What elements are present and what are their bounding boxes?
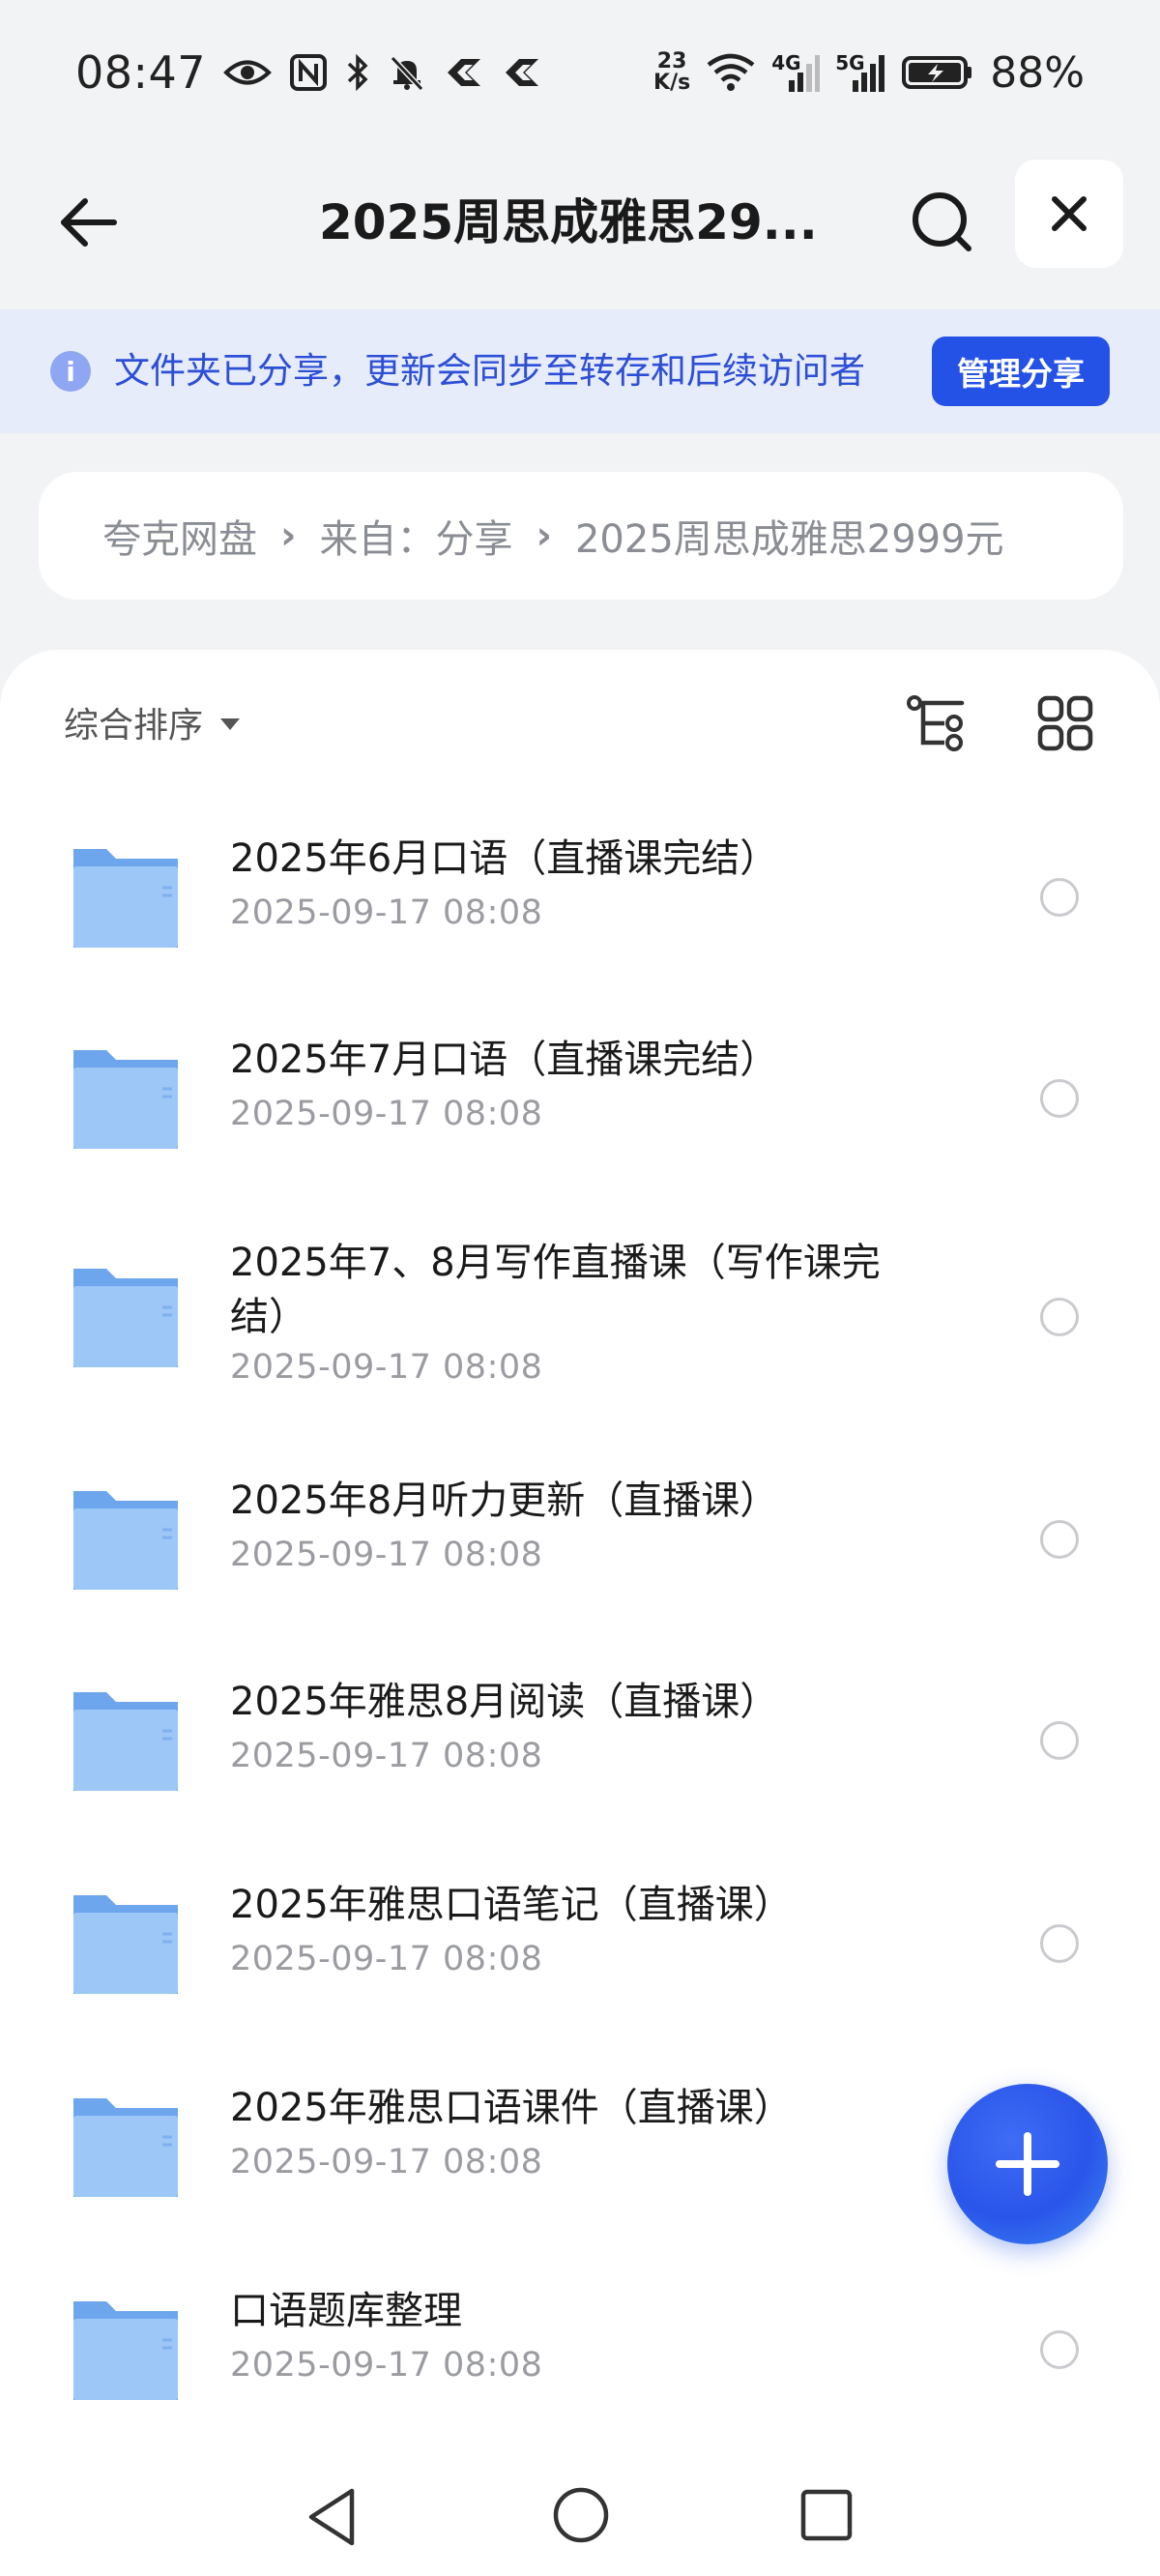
plus-icon [996, 2132, 1059, 2196]
file-name: 2025年7、8月写作直播课（写作课完结） [230, 1241, 881, 1339]
nfc-icon [289, 53, 328, 92]
close-icon [1052, 196, 1087, 231]
info-icon: i [50, 351, 91, 392]
tree-view-button[interactable] [903, 688, 972, 758]
battery-percent: 88% [990, 47, 1085, 98]
close-button[interactable] [1015, 160, 1123, 268]
file-name: 2025年8月听力更新（直播课） [230, 1478, 779, 1523]
select-radio[interactable] [1040, 1721, 1079, 1760]
file-date: 2025-09-17 08:08 [230, 1095, 543, 1133]
network-speed-value: 23 [656, 49, 687, 73]
list-item[interactable]: 2025年8月听力更新（直播课） 2025-09-17 08:08 [0, 1429, 1160, 1632]
arrow-left-icon [61, 198, 117, 247]
eye-icon [223, 56, 272, 89]
grid-icon [1037, 695, 1093, 751]
file-panel: 综合排序 2025年6月口语（直播课完结） 2025-09-17 08:08 2… [0, 650, 1160, 2576]
list-item[interactable]: 2025年雅思8月阅读（直播课） 2025-09-17 08:08 [0, 1632, 1160, 1835]
bluetooth-icon [345, 53, 370, 92]
tree-structure-icon [907, 695, 965, 751]
search-button[interactable] [899, 179, 986, 266]
select-radio[interactable] [1040, 1079, 1079, 1118]
file-name: 2025年雅思口语课件（直播课） [230, 2086, 793, 2130]
folder-icon [73, 1491, 178, 1590]
app-notification-icon [502, 55, 542, 90]
select-radio[interactable] [1040, 2330, 1079, 2369]
file-date: 2025-09-17 08:08 [230, 1737, 543, 1775]
file-name: 2025年6月口语（直播课完结） [230, 836, 779, 881]
app-notification-icon [444, 55, 484, 90]
nav-back-icon[interactable] [302, 2485, 365, 2549]
list-toolbar: 综合排序 [0, 650, 1160, 795]
file-name: 2025年7月口语（直播课完结） [230, 1038, 779, 1082]
file-name: 口语题库整理 [230, 2289, 462, 2333]
grid-view-button[interactable] [1030, 688, 1100, 758]
page-title: 2025周思成雅思29... [319, 194, 818, 250]
breadcrumb-item-current: 2025周思成雅思2999元 [574, 517, 1004, 562]
breadcrumb-item-root[interactable]: 夸克网盘 [102, 508, 257, 564]
list-item[interactable]: 口语题库整理 2025-09-17 08:08 [0, 2241, 1160, 2444]
mute-bell-icon [388, 53, 426, 92]
file-date: 2025-09-17 08:08 [230, 2346, 543, 2385]
header: 2025周思成雅思29... [0, 145, 1160, 309]
search-icon [913, 192, 972, 251]
folder-icon [73, 849, 178, 948]
select-radio[interactable] [1040, 1520, 1079, 1559]
network-4g-label: 4G [771, 51, 801, 74]
status-right: 23 K/s 4G 5G 88% [653, 48, 1085, 98]
file-date: 2025-09-17 08:08 [230, 2143, 543, 2181]
file-date: 2025-09-17 08:08 [230, 1348, 543, 1387]
status-left: 08:47 [75, 46, 542, 99]
folder-icon [73, 1895, 178, 1994]
caret-down-icon [220, 718, 241, 730]
clock: 08:47 [75, 46, 207, 99]
select-radio[interactable] [1040, 878, 1079, 917]
select-radio[interactable] [1040, 1924, 1079, 1963]
file-date: 2025-09-17 08:08 [230, 893, 543, 932]
sort-label: 综合排序 [64, 706, 204, 746]
network-5g-label: 5G [835, 51, 865, 74]
folder-icon [73, 1050, 178, 1149]
system-nav-bar [0, 2456, 1160, 2576]
signal-5g-icon: 5G [835, 51, 885, 94]
file-date: 2025-09-17 08:08 [230, 1940, 543, 1978]
folder-icon [73, 2098, 178, 2197]
back-button[interactable] [48, 184, 126, 261]
list-item[interactable]: 2025年7月口语（直播课完结） 2025-09-17 08:08 [0, 998, 1160, 1201]
folder-icon [73, 2301, 178, 2400]
screen: 08:47 23 K/s 4G 5G 88% 2025周思成雅思29... i … [0, 0, 1160, 2576]
file-date: 2025-09-17 08:08 [230, 1536, 543, 1574]
file-name: 2025年雅思口语笔记（直播课） [230, 1883, 793, 1927]
sort-dropdown[interactable]: 综合排序 [64, 698, 241, 746]
network-speed: 23 K/s [653, 51, 690, 94]
share-banner-text: 文件夹已分享，更新会同步至转存和后续访问者 [114, 350, 865, 392]
status-bar: 08:47 23 K/s 4G 5G 88% [0, 0, 1160, 145]
nav-recents-icon[interactable] [798, 2487, 855, 2543]
battery-charging-icon [901, 53, 974, 92]
list-item[interactable]: 2025年6月口语（直播课完结） 2025-09-17 08:08 [0, 795, 1160, 998]
signal-4g-icon: 4G [771, 51, 821, 94]
list-item[interactable]: 2025年7、8月写作直播课（写作课完结） 2025-09-17 08:08 [0, 1201, 1160, 1429]
network-speed-unit: K/s [653, 71, 691, 95]
file-name: 2025年雅思8月阅读（直播课） [230, 1680, 779, 1724]
nav-home-icon[interactable] [551, 2485, 611, 2545]
breadcrumb: 夸克网盘 › 来自：分享 › 2025周思成雅思2999元 [39, 472, 1123, 600]
chevron-right-icon: › [536, 513, 552, 558]
add-button[interactable] [947, 2084, 1108, 2244]
breadcrumb-item-share[interactable]: 来自：分享 [319, 508, 512, 564]
wifi-icon [706, 53, 756, 92]
list-item[interactable]: 2025年雅思口语笔记（直播课） 2025-09-17 08:08 [0, 1835, 1160, 2038]
folder-icon [73, 1692, 178, 1791]
select-radio[interactable] [1040, 1298, 1079, 1336]
manage-share-button[interactable]: 管理分享 [932, 337, 1110, 406]
chevron-right-icon: › [280, 513, 297, 558]
folder-icon [73, 1269, 178, 1367]
share-banner: i 文件夹已分享，更新会同步至转存和后续访问者 管理分享 [0, 309, 1160, 433]
